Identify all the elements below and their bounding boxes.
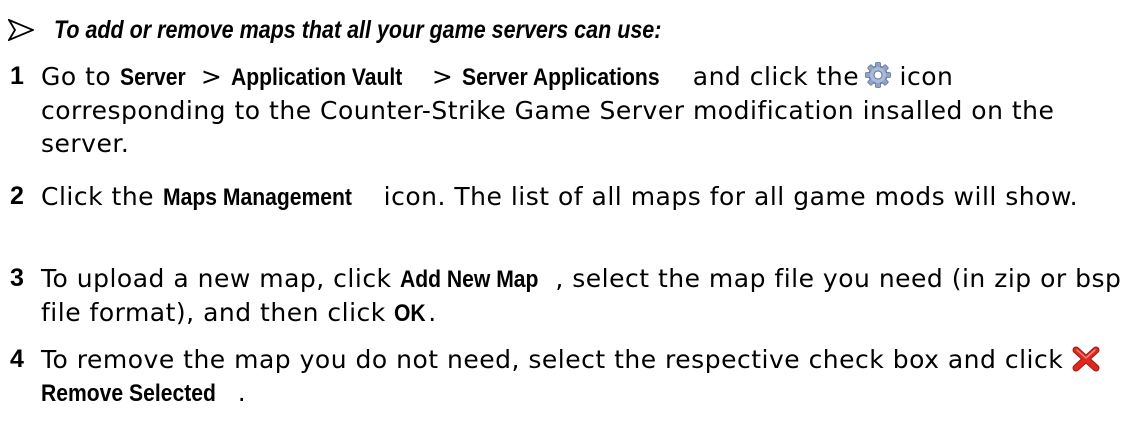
procedure-heading: To add or remove maps that all your game… — [8, 0, 760, 60]
text: To upload a new map, click — [41, 264, 400, 293]
step-1: 1 Go to Server > Application Vault > Ser… — [10, 60, 1125, 160]
text: To remove the map you do not need, selec… — [41, 345, 1072, 374]
red-x-icon — [1072, 346, 1100, 372]
step-number: 1 — [10, 62, 24, 90]
text: . — [237, 378, 247, 407]
ui-label-server: Server — [119, 64, 186, 91]
step-number: 4 — [10, 345, 24, 373]
ui-label-ok: OK — [394, 300, 426, 327]
ui-label-add-new-map: Add New Map — [399, 266, 539, 293]
text: and click the — [684, 62, 860, 91]
step-3: 3 To upload a new map, click Add New Map… — [10, 262, 1125, 330]
step-text: To upload a new map, click Add New Map, … — [41, 262, 1125, 330]
ui-label-remove-selected: Remove Selected — [41, 380, 216, 407]
heading-text: To add or remove maps that all your game… — [54, 15, 662, 44]
document-page: { "heading": "To add or remove maps that… — [0, 0, 1135, 425]
step-2: 2 Click the Maps Management icon. The li… — [10, 180, 1125, 214]
step-4: 4 To remove the map you do not need, sel… — [10, 343, 1125, 410]
text: . — [428, 298, 437, 327]
gear-icon — [865, 62, 891, 88]
text: > — [423, 62, 462, 91]
step-text: Click the Maps Management icon. The list… — [41, 180, 1125, 214]
ui-label-application-vault: Application Vault — [230, 64, 403, 91]
arrow-bullet-icon — [8, 19, 34, 41]
step-text: Go to Server > Application Vault > Serve… — [41, 60, 1125, 160]
ui-label-server-applications: Server Applications — [461, 64, 660, 91]
text: > — [192, 62, 231, 91]
step-number: 2 — [10, 182, 24, 210]
text: Click the — [41, 182, 163, 211]
step-number: 3 — [10, 264, 24, 292]
step-text: To remove the map you do not need, selec… — [41, 343, 1125, 410]
text: Go to — [41, 62, 120, 91]
ui-label-maps-management: Maps Management — [162, 184, 352, 211]
text: icon. The list of all maps for all game … — [375, 182, 1079, 211]
